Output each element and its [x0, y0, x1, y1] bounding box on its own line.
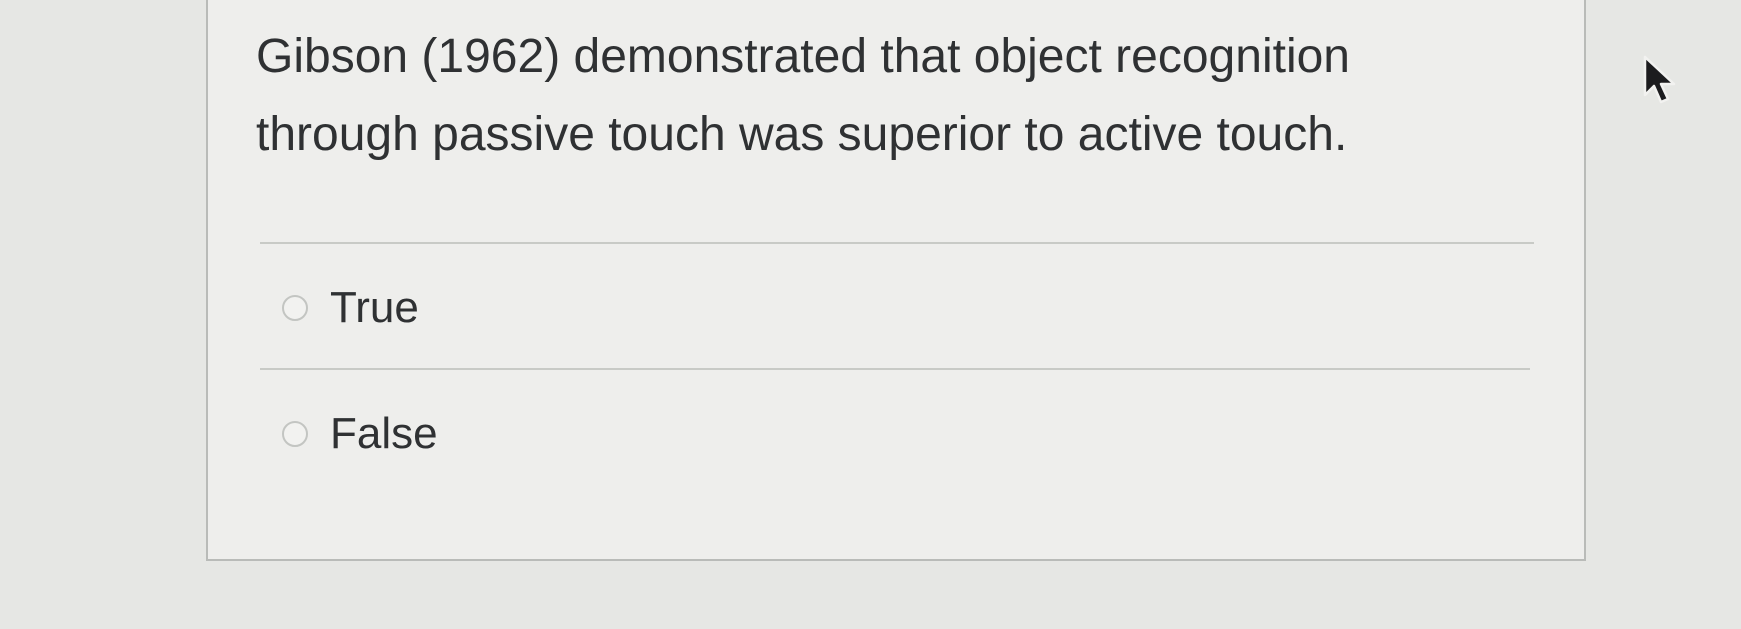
question-card: Gibson (1962) demonstrated that object r…	[206, 0, 1586, 561]
option-true-label: True	[330, 283, 419, 332]
mouse-pointer-icon	[1643, 55, 1676, 104]
radio-button-icon[interactable]	[282, 295, 308, 321]
question-text: Gibson (1962) demonstrated that object r…	[256, 18, 1456, 174]
question-text-line-1: Gibson (1962) demonstrated that object r…	[256, 30, 1350, 83]
divider	[260, 242, 1534, 244]
option-true[interactable]: True	[282, 282, 419, 334]
option-false[interactable]: False	[282, 408, 438, 460]
option-false-label: False	[330, 409, 438, 458]
radio-button-icon[interactable]	[282, 421, 308, 447]
question-text-line-2: through passive touch was superior to ac…	[256, 108, 1348, 161]
divider	[260, 368, 1530, 370]
